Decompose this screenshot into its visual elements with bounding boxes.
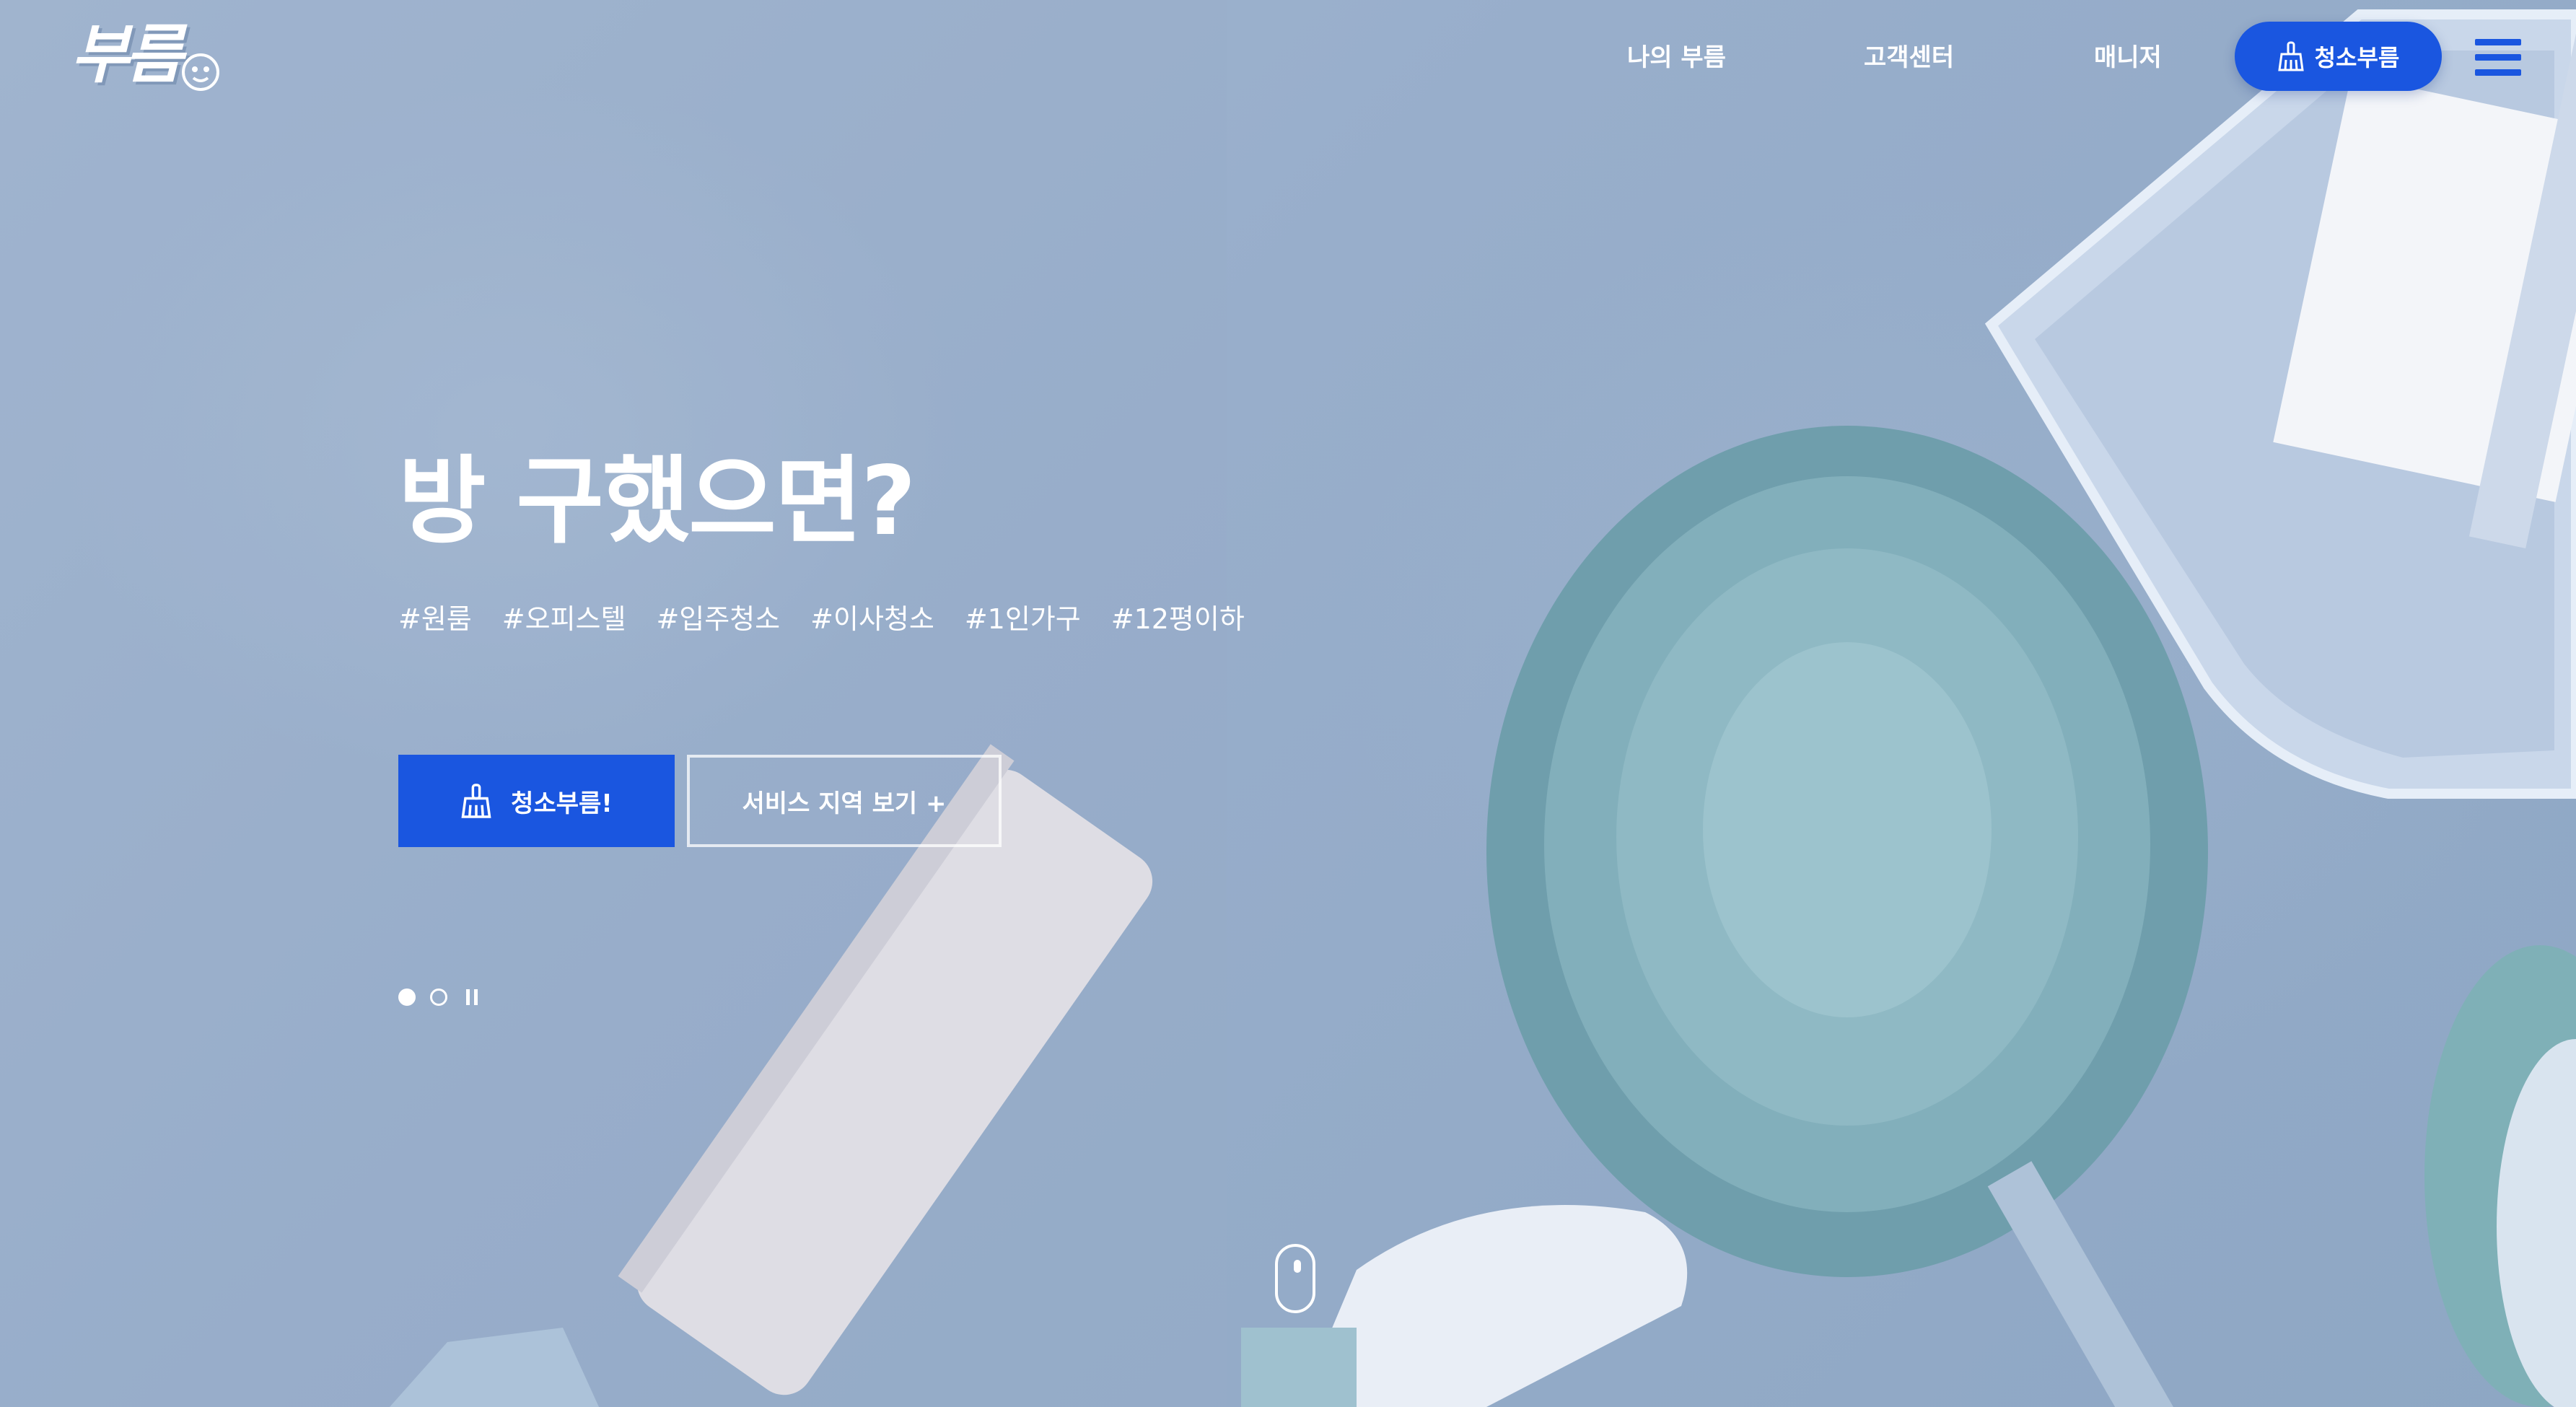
logo[interactable]: 부름 <box>71 19 222 98</box>
hamburger-menu-icon <box>2475 39 2521 76</box>
nav-customer-center[interactable]: 고객센터 <box>1864 38 1954 78</box>
broom-icon <box>461 784 491 818</box>
service-area-button[interactable]: 서비스 지역 보기 + <box>687 755 1002 847</box>
mouse-wheel <box>1294 1260 1301 1273</box>
hero-tag: #원룸 <box>398 603 472 635</box>
hero-tag: #오피스텔 <box>501 603 626 635</box>
mascot-icon <box>182 53 219 91</box>
header-cleaning-request-button[interactable]: 청소부름 <box>2235 22 2442 91</box>
logo-text: 부름 <box>71 17 183 92</box>
hero-background-illustration <box>0 0 2576 1407</box>
hero-tag: #12평이하 <box>1110 603 1245 635</box>
hero-title: 방 구했으면? <box>398 446 916 557</box>
broom-icon <box>2277 41 2304 71</box>
hero-cleaning-request-button[interactable]: 청소부름! <box>398 755 675 847</box>
scrub-brush-illustration <box>2424 945 2576 1407</box>
hamburger-menu-button[interactable] <box>2475 38 2521 78</box>
header-cta-label: 청소부름 <box>2314 44 2400 71</box>
hero-tags: #원룸 #오피스텔 #입주청소 #이사청소 #1인가구 #12평이하 <box>398 599 1245 639</box>
nav-manager[interactable]: 매니저 <box>2094 38 2162 78</box>
slider-dot-1[interactable] <box>398 989 416 1006</box>
nav-my-bureum[interactable]: 나의 부름 <box>1627 38 1726 78</box>
hero-tag: #이사청소 <box>810 603 934 635</box>
mouse-scroll-icon <box>1275 1244 1315 1313</box>
pause-icon[interactable] <box>466 989 478 1005</box>
hero-primary-button-label: 청소부름! <box>511 789 613 818</box>
slider-dot-2[interactable] <box>430 989 447 1006</box>
service-area-button-label: 서비스 지역 보기 + <box>742 789 947 818</box>
slider-pagination <box>398 989 478 1006</box>
hero-tag: #1인가구 <box>964 603 1081 635</box>
hero-tag: #입주청소 <box>656 603 781 635</box>
